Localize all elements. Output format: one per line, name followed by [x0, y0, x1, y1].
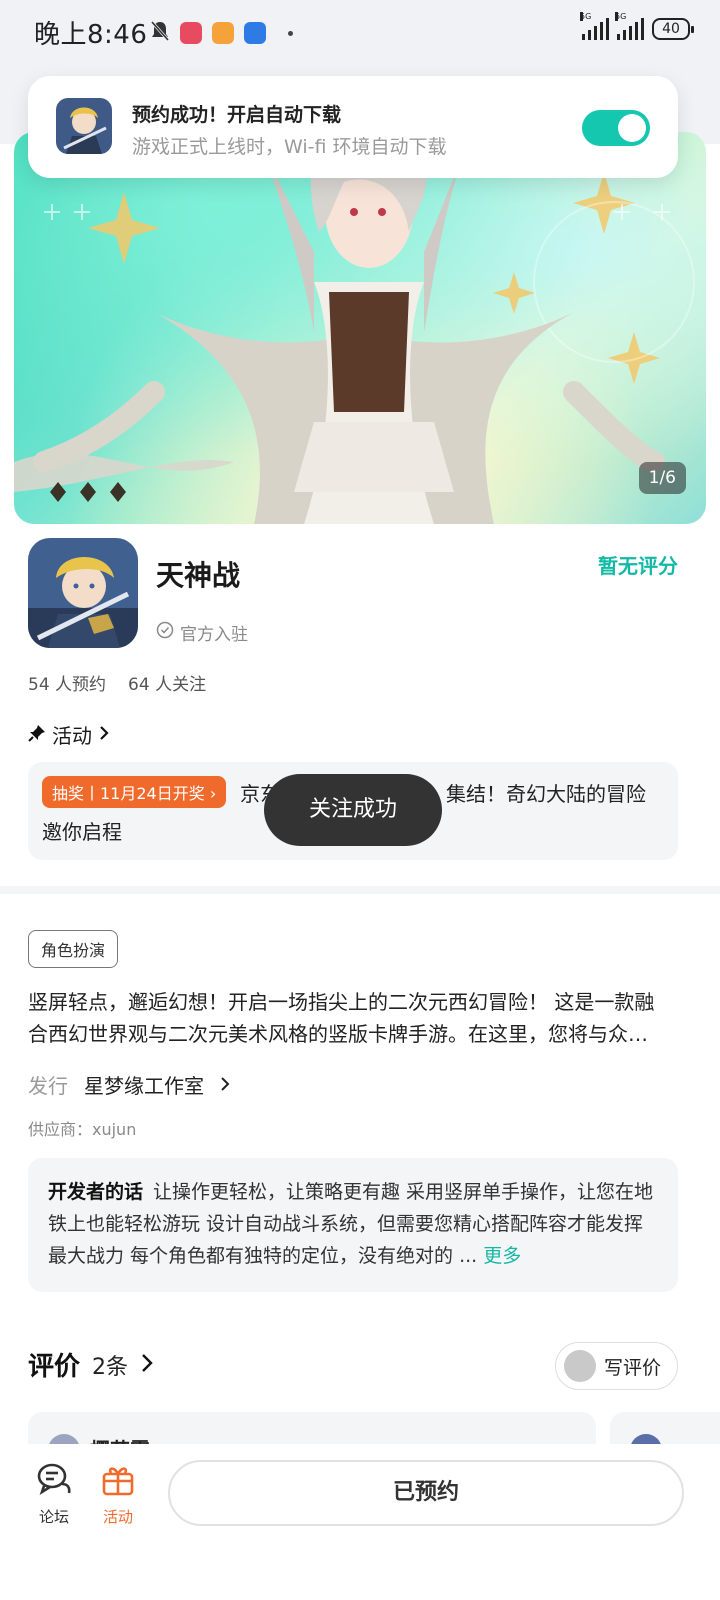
reserved-button[interactable]: 已预约 — [168, 1460, 684, 1526]
write-review-button[interactable]: 写评价 — [554, 1342, 678, 1390]
app-notification-icon — [180, 22, 202, 44]
network-type-label: 5G — [580, 12, 592, 21]
publisher-row[interactable]: 发行 星梦缘工作室 — [28, 1070, 230, 1099]
description-line2: 合西幻世界观与二次元美术风格的竖版卡牌手游。在这里，您将与众… — [28, 1022, 648, 1046]
auto-download-toggle[interactable] — [582, 110, 650, 146]
mute-icon — [150, 20, 170, 46]
section-divider — [0, 886, 720, 894]
tab-forum[interactable]: 论坛 — [24, 1462, 84, 1527]
status-app-icons — [150, 20, 293, 46]
reservation-notification: 预约成功！开启自动下载 游戏正式上线时，Wi-fi 环境自动下载 — [28, 76, 678, 178]
supplier-text: 供应商：xujun — [28, 1120, 137, 1139]
game-title: 天神战 — [156, 559, 241, 592]
more-link[interactable]: 更多 — [483, 1245, 521, 1267]
activity-heading: 活动 — [52, 724, 92, 748]
pin-icon — [28, 723, 46, 747]
chevron-right-icon — [98, 723, 110, 747]
notification-title: 预约成功！开启自动下载 — [132, 104, 342, 126]
write-review-label: 写评价 — [603, 1356, 661, 1379]
signal-icon: 5G — [580, 12, 609, 40]
publisher-label: 发行 — [28, 1074, 68, 1098]
signal-icon: 5G — [615, 12, 644, 40]
hero-artwork — [14, 132, 695, 524]
toggle-knob — [618, 114, 646, 142]
description-line1: 竖屏轻点，邂逅幻想！开启一场指尖上的二次元西幻冒险！ 这是一款融 — [28, 990, 655, 1014]
notification-subtitle: 游戏正式上线时，Wi-fi 环境自动下载 — [132, 136, 447, 158]
game-icon — [28, 538, 138, 648]
more-dot-icon — [288, 30, 293, 36]
reviews-title: 评价 — [28, 1352, 81, 1382]
official-badge-label: 官方入驻 — [180, 625, 248, 645]
status-system-icons: 5G 5G 40 — [580, 12, 694, 40]
bottom-action-bar: 论坛 活动 已预约 — [0, 1444, 720, 1600]
shield-notification-icon — [244, 22, 266, 44]
forum-icon — [24, 1462, 84, 1500]
status-bar: 晚上8:46 5G 5G 40 — [0, 0, 720, 64]
chevron-right-icon: › — [209, 784, 217, 803]
activity-section-header[interactable]: 活动 — [28, 720, 110, 749]
tab-activity[interactable]: 活动 — [88, 1462, 148, 1527]
reviews-count: 2条 — [92, 1354, 129, 1380]
tab-activity-label: 活动 — [102, 1508, 133, 1526]
network-type-label: 5G — [615, 12, 627, 21]
reservation-count: 54 人预约 — [28, 675, 107, 695]
chevron-right-icon — [140, 1352, 154, 1378]
chat-notification-icon — [212, 22, 234, 44]
rating-label[interactable]: 暂无评分 — [598, 550, 678, 579]
chevron-right-icon — [220, 1073, 230, 1097]
hero-banner[interactable]: 1/6 — [14, 132, 706, 524]
user-avatar — [563, 1350, 596, 1382]
banner-page-counter: 1/6 — [638, 462, 686, 494]
developer-note-card[interactable]: 开发者的话 让操作更轻松，让策略更有趣 采用竖屏单手操作，让您在地铁上也能轻松游玩… — [28, 1158, 678, 1292]
check-circle-icon — [156, 621, 174, 644]
game-thumbnail — [56, 98, 112, 154]
activity-text-line2: 邀你启程 — [42, 820, 122, 844]
toast-message: 关注成功 — [264, 774, 442, 846]
follower-count: 64 人关注 — [128, 675, 207, 695]
lottery-tag-label: 抽奖丨11月24日开奖 — [52, 784, 205, 803]
gift-icon — [88, 1462, 148, 1500]
game-description[interactable]: 竖屏轻点，邂逅幻想！开启一场指尖上的二次元西幻冒险！ 这是一款融 合西幻世界观与… — [28, 986, 678, 1050]
lottery-tag: 抽奖丨11月24日开奖 › — [42, 776, 227, 808]
tab-forum-label: 论坛 — [38, 1508, 69, 1526]
status-time: 晚上8:46 — [34, 20, 148, 50]
publisher-name: 星梦缘工作室 — [84, 1074, 204, 1098]
reviews-header[interactable]: 评价 2条 — [28, 1346, 154, 1383]
official-badge: 官方入驻 — [156, 620, 248, 645]
game-stats: 54 人预约 64 人关注 — [28, 670, 206, 695]
activity-text-end: 集结！奇幻大陆的冒险 — [446, 782, 646, 806]
battery-icon: 40 — [652, 18, 694, 40]
genre-tag[interactable]: 角色扮演 — [28, 930, 119, 968]
developer-note-label: 开发者的话 — [48, 1181, 144, 1203]
